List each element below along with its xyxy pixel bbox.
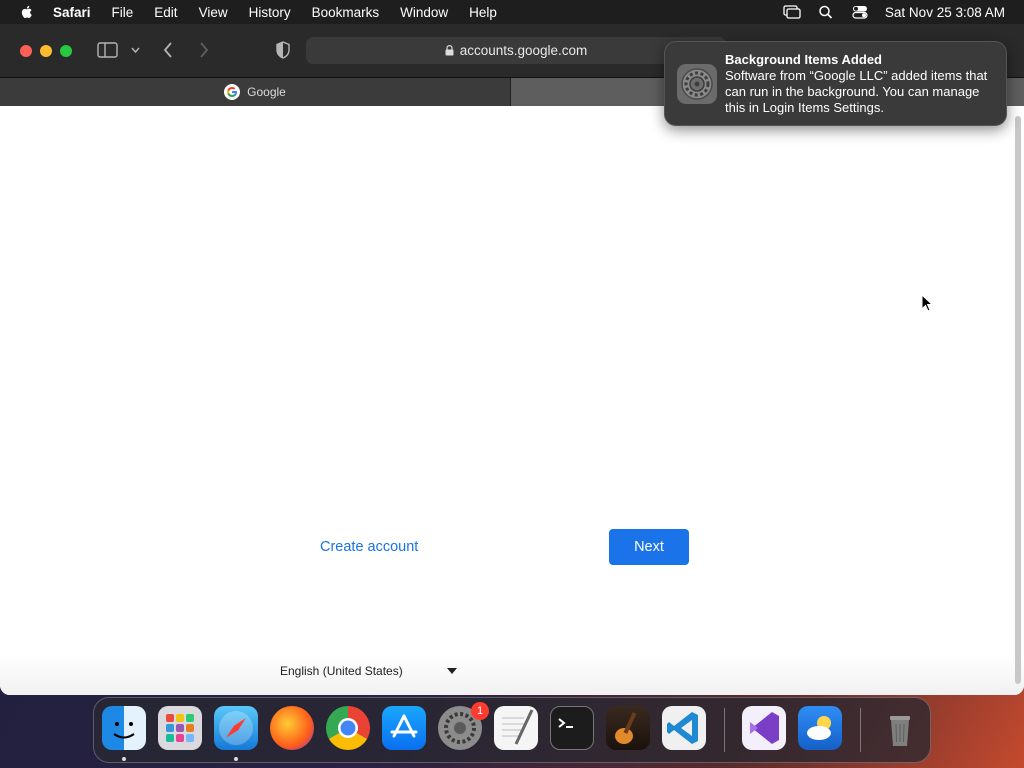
dropdown-caret-icon — [447, 668, 457, 674]
chevron-down-icon[interactable] — [131, 46, 140, 54]
menu-file[interactable]: File — [112, 5, 134, 20]
next-button[interactable]: Next — [609, 529, 689, 565]
running-indicator — [122, 757, 126, 761]
weather-icon[interactable] — [798, 706, 842, 750]
spotlight-search-icon[interactable] — [817, 5, 835, 19]
launchpad-icon[interactable] — [158, 706, 202, 750]
menu-help[interactable]: Help — [469, 5, 497, 20]
zoom-window-button[interactable] — [60, 45, 72, 57]
garageband-icon[interactable] — [606, 706, 650, 750]
menu-edit[interactable]: Edit — [154, 5, 177, 20]
control-center-icon[interactable] — [851, 5, 869, 19]
vertical-scrollbar[interactable] — [1015, 116, 1021, 684]
notification-body: Software from “Google LLC” added items t… — [725, 68, 988, 115]
background-items-notification[interactable]: Background Items Added Software from “Go… — [664, 41, 1007, 126]
running-indicator — [234, 757, 238, 761]
menu-window[interactable]: Window — [400, 5, 448, 20]
lock-icon — [445, 45, 454, 56]
language-selector[interactable]: English (United States) — [280, 661, 460, 681]
apple-menu-icon[interactable] — [19, 4, 35, 20]
menu-app-safari[interactable]: Safari — [53, 5, 91, 20]
close-window-button[interactable] — [20, 45, 32, 57]
back-arrow-icon[interactable] — [162, 41, 174, 59]
menubar-clock[interactable]: Sat Nov 25 3:08 AM — [885, 5, 1005, 20]
menu-history[interactable]: History — [249, 5, 291, 20]
forward-arrow-icon[interactable] — [198, 41, 210, 59]
safari-icon[interactable] — [214, 706, 258, 750]
tab-label: Google — [247, 85, 286, 99]
notification-title: Background Items Added — [725, 52, 882, 67]
textedit-icon[interactable] — [494, 706, 538, 750]
menu-view[interactable]: View — [199, 5, 228, 20]
create-account-link[interactable]: Create account — [320, 539, 418, 555]
system-settings-gear-icon — [677, 64, 717, 104]
dock-separator — [724, 708, 725, 752]
menu-bar: Safari File Edit View History Bookmarks … — [0, 0, 1024, 24]
mouse-pointer-icon — [921, 294, 933, 312]
sidebar-toggle-icon[interactable] — [97, 41, 119, 59]
trash-icon[interactable] — [878, 706, 922, 750]
firefox-icon[interactable] — [270, 706, 314, 750]
chrome-icon[interactable] — [326, 706, 370, 750]
menu-bookmarks[interactable]: Bookmarks — [312, 5, 380, 20]
privacy-shield-icon[interactable] — [275, 41, 291, 59]
web-content: Create account Next English (United Stat… — [0, 106, 1024, 695]
address-url: accounts.google.com — [459, 43, 588, 58]
terminal-icon[interactable] — [550, 706, 594, 750]
tab-google[interactable]: Google — [0, 78, 510, 106]
visual-studio-icon[interactable] — [742, 706, 786, 750]
google-favicon-icon — [224, 84, 241, 100]
dock: 1 — [93, 697, 931, 763]
minimize-window-button[interactable] — [40, 45, 52, 57]
app-store-icon[interactable] — [382, 706, 426, 750]
language-label: English (United States) — [280, 664, 403, 678]
vscode-icon[interactable] — [662, 706, 706, 750]
page-footer — [0, 655, 1024, 695]
address-bar[interactable]: accounts.google.com — [306, 37, 726, 64]
notification-badge: 1 — [471, 702, 489, 720]
dock-separator — [860, 708, 861, 752]
finder-icon[interactable] — [102, 706, 146, 750]
screen-mirroring-icon[interactable] — [783, 5, 801, 19]
